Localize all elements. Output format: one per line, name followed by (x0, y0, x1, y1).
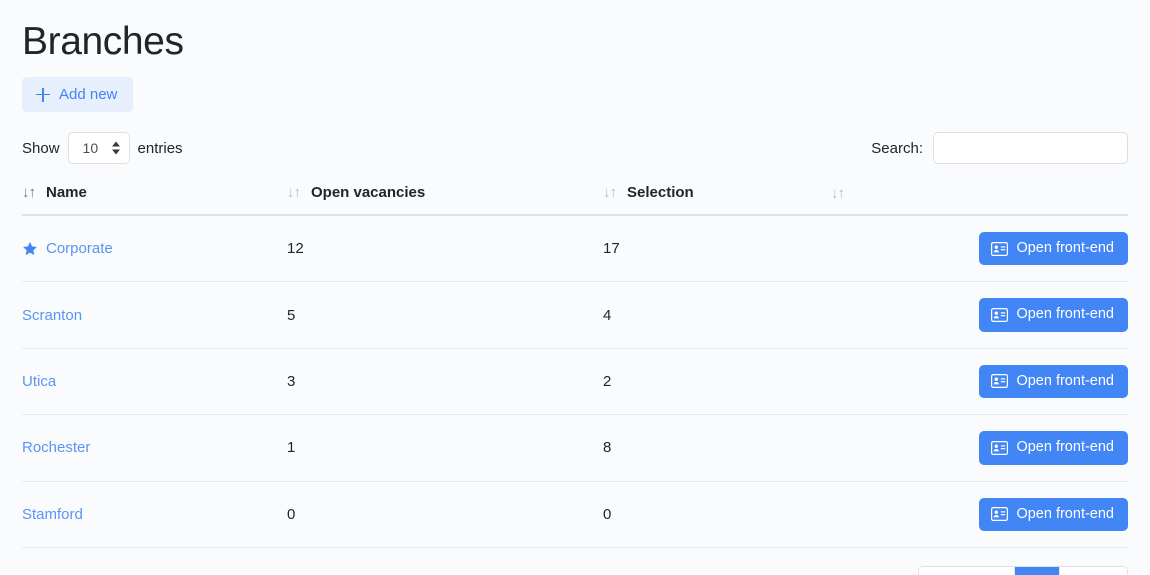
branches-table: ↓↑ Name ↓↑ Open vacancies ↓↑ Selection ↓… (22, 184, 1128, 548)
cell-selection: 4 (603, 281, 831, 349)
column-header-label: Selection (627, 184, 694, 201)
sort-icon[interactable]: ↓↑ (603, 185, 617, 200)
open-front-end-button[interactable]: Open front-end (979, 431, 1128, 465)
cell-name: Corporate (22, 215, 287, 283)
cell-open-vacancies: 12 (287, 215, 603, 283)
cell-open-vacancies: 1 (287, 414, 603, 482)
cell-actions: Open front-end (831, 215, 1128, 283)
search-control: Search: (871, 132, 1128, 164)
cell-actions: Open front-end (831, 348, 1128, 416)
table-body: Corporate 12 17 Open front-end Scranton … (22, 215, 1128, 548)
branch-link[interactable]: Stamford (22, 506, 83, 523)
branch-link[interactable]: Rochester (22, 439, 90, 456)
pagination-previous-button[interactable]: Previous (919, 566, 1014, 575)
table-controls: Show 10 entries Search: (22, 131, 1128, 165)
pagination-page-1-button[interactable]: 1 (1013, 566, 1060, 575)
page-length-select[interactable]: 10 (67, 132, 130, 164)
table-row: Stamford 0 0 Open front-end (22, 481, 1128, 548)
branch-link[interactable]: Scranton (22, 307, 82, 324)
id-card-icon (991, 440, 1009, 455)
id-card-icon (991, 374, 1009, 389)
id-card-icon (991, 308, 1009, 323)
pagination: Previous 1 Next (918, 565, 1128, 575)
table-row: Corporate 12 17 Open front-end (22, 215, 1128, 283)
id-card-icon (991, 241, 1009, 256)
cell-name: Rochester (22, 414, 287, 482)
table-head: ↓↑ Name ↓↑ Open vacancies ↓↑ Selection ↓… (22, 184, 1128, 216)
table-row: Rochester 1 8 Open front-end (22, 414, 1128, 482)
table-footer: Showing 1 to 5 of 5 entries Previous 1 N… (22, 565, 1128, 575)
cell-name: Utica (22, 348, 287, 416)
cell-selection: 0 (603, 481, 831, 548)
page-title: Branches (22, 20, 184, 63)
star-icon (22, 241, 38, 257)
column-header-open-vacancies[interactable]: ↓↑ Open vacancies (287, 184, 603, 216)
column-header-actions[interactable]: ↓↑ (831, 184, 1128, 216)
search-label: Search: (871, 139, 923, 157)
open-front-end-label: Open front-end (1016, 439, 1114, 456)
table-row: Utica 3 2 Open front-end (22, 348, 1128, 416)
entries-label: entries (137, 139, 183, 157)
sort-icon[interactable]: ↓↑ (22, 185, 36, 200)
search-input[interactable] (933, 132, 1128, 164)
add-new-button[interactable]: Add new (22, 77, 134, 112)
branches-page: Branches Add new Show 10 entries Search: (0, 0, 1150, 575)
open-front-end-label: Open front-end (1016, 240, 1114, 256)
page-length-control: Show 10 entries (22, 132, 183, 164)
branch-link[interactable]: Corporate (46, 240, 113, 257)
open-front-end-label: Open front-end (1016, 505, 1114, 522)
add-new-button-label: Add new (59, 86, 118, 103)
cell-selection: 2 (603, 348, 831, 416)
table-row: Scranton 5 4 Open front-end (22, 281, 1128, 349)
sort-icon[interactable]: ↓↑ (287, 185, 301, 200)
cell-name: Stamford (22, 481, 287, 548)
cell-selection: 17 (603, 215, 831, 283)
pagination-next-button[interactable]: Next (1059, 566, 1127, 575)
open-front-end-label: Open front-end (1016, 306, 1114, 323)
cell-actions: Open front-end (831, 281, 1128, 349)
cell-selection: 8 (603, 414, 831, 482)
table-header-row: ↓↑ Name ↓↑ Open vacancies ↓↑ Selection ↓… (22, 184, 1128, 216)
open-front-end-button[interactable]: Open front-end (979, 298, 1128, 332)
cell-actions: Open front-end (831, 481, 1128, 548)
id-card-icon (991, 507, 1009, 522)
open-front-end-button[interactable]: Open front-end (979, 497, 1128, 531)
column-header-label: Name (46, 184, 87, 201)
cell-open-vacancies: 5 (287, 281, 603, 349)
open-front-end-button[interactable]: Open front-end (979, 232, 1128, 266)
cell-name: Scranton (22, 281, 287, 349)
open-front-end-button[interactable]: Open front-end (979, 364, 1128, 399)
sort-icon[interactable]: ↓↑ (831, 186, 845, 201)
branch-link[interactable]: Utica (22, 373, 56, 390)
plus-icon (36, 87, 50, 102)
column-header-name[interactable]: ↓↑ Name (22, 184, 287, 216)
show-label: Show (22, 139, 60, 157)
column-header-selection[interactable]: ↓↑ Selection (603, 184, 831, 216)
column-header-label: Open vacancies (311, 184, 426, 201)
cell-actions: Open front-end (831, 414, 1128, 482)
open-front-end-label: Open front-end (1016, 372, 1114, 389)
cell-open-vacancies: 3 (287, 348, 603, 416)
page-length-select-wrapper: 10 (67, 132, 130, 164)
cell-open-vacancies: 0 (287, 481, 603, 548)
